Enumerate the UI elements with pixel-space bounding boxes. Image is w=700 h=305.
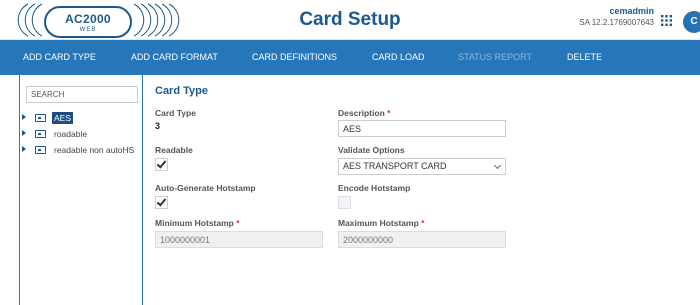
- required-marker: *: [387, 108, 391, 118]
- logo-subtext: WEB: [79, 27, 97, 33]
- readable-label: Readable: [155, 145, 193, 155]
- user-avatar[interactable]: C: [683, 11, 700, 33]
- nav-card-load[interactable]: CARD LOAD: [372, 40, 425, 75]
- tree-item-roadable[interactable]: roadable: [22, 127, 144, 141]
- nav-delete[interactable]: DELETE: [567, 40, 602, 75]
- tree-item-aes[interactable]: AES: [22, 111, 144, 125]
- nav-card-definitions[interactable]: CARD DEFINITIONS: [252, 40, 337, 75]
- logo[interactable]: AC2000 WEB: [8, 2, 198, 38]
- min-hotstamp-label: Minimum Hotstamp *: [155, 218, 240, 228]
- logo-badge: AC2000 WEB: [44, 6, 132, 38]
- autogen-hotstamp-checkbox[interactable]: [155, 196, 168, 209]
- min-hotstamp-field[interactable]: [155, 231, 323, 248]
- description-field[interactable]: [338, 120, 506, 137]
- max-hotstamp-label: Maximum Hotstamp *: [338, 218, 424, 228]
- encode-hotstamp-label: Encode Hotstamp: [338, 183, 411, 193]
- card-icon: [35, 130, 46, 138]
- card-icon: [35, 114, 46, 122]
- max-hotstamp-field[interactable]: [338, 231, 506, 248]
- min-hotstamp-label-text: Minimum Hotstamp: [155, 218, 234, 228]
- checkmark-icon: [156, 158, 167, 169]
- autogen-hotstamp-label: Auto-Generate Hotstamp: [155, 183, 256, 193]
- expand-arrow-icon[interactable]: [22, 130, 26, 136]
- description-label-text: Description: [338, 108, 385, 118]
- encode-hotstamp-checkbox[interactable]: [338, 196, 351, 209]
- section-title: Card Type: [155, 85, 208, 97]
- card-type-value: 3: [155, 121, 161, 131]
- required-marker: *: [236, 218, 240, 228]
- description-label: Description *: [338, 108, 390, 118]
- grid-icon[interactable]: [661, 15, 672, 26]
- logo-text: AC2000: [65, 12, 111, 26]
- max-hotstamp-label-text: Maximum Hotstamp: [338, 218, 419, 228]
- expand-arrow-icon[interactable]: [22, 146, 26, 152]
- nav-status-report: STATUS REPORT: [458, 52, 533, 62]
- main-navbar: ADD CARD TYPE ADD CARD FORMAT CARD DEFIN…: [0, 40, 700, 75]
- app-header: AC2000 WEB Card Setup cemadmin SA 12.2.1…: [0, 0, 700, 40]
- expand-arrow-icon[interactable]: [22, 114, 26, 120]
- card-type-label: Card Type: [155, 108, 196, 118]
- search-input[interactable]: [26, 86, 138, 103]
- username: cemadmin: [609, 6, 654, 16]
- nav-add-card-type[interactable]: ADD CARD TYPE: [23, 40, 96, 75]
- user-info[interactable]: cemadmin SA 12.2.1769007643: [579, 6, 654, 29]
- tree-item-readable-non-autohs[interactable]: readable non autoHS: [22, 143, 144, 157]
- checkmark-icon: [156, 196, 167, 207]
- chevron-down-icon: [493, 161, 502, 170]
- required-marker: *: [421, 218, 425, 228]
- readable-checkbox[interactable]: [155, 158, 168, 171]
- tree-item-label: AES: [52, 112, 74, 124]
- validate-options-label: Validate Options: [338, 145, 405, 155]
- card-type-sidebar: AES roadable readable non autoHS: [19, 75, 143, 305]
- validate-options-select[interactable]: AES TRANSPORT CARD: [338, 158, 506, 175]
- card-icon: [35, 146, 46, 154]
- version-label: SA 12.2.1769007643: [579, 18, 654, 27]
- validate-options-value: AES TRANSPORT CARD: [343, 161, 447, 171]
- tree-item-label: roadable: [54, 129, 88, 139]
- nav-add-card-format[interactable]: ADD CARD FORMAT: [131, 40, 218, 75]
- tree-item-label: readable non autoHS: [54, 145, 135, 155]
